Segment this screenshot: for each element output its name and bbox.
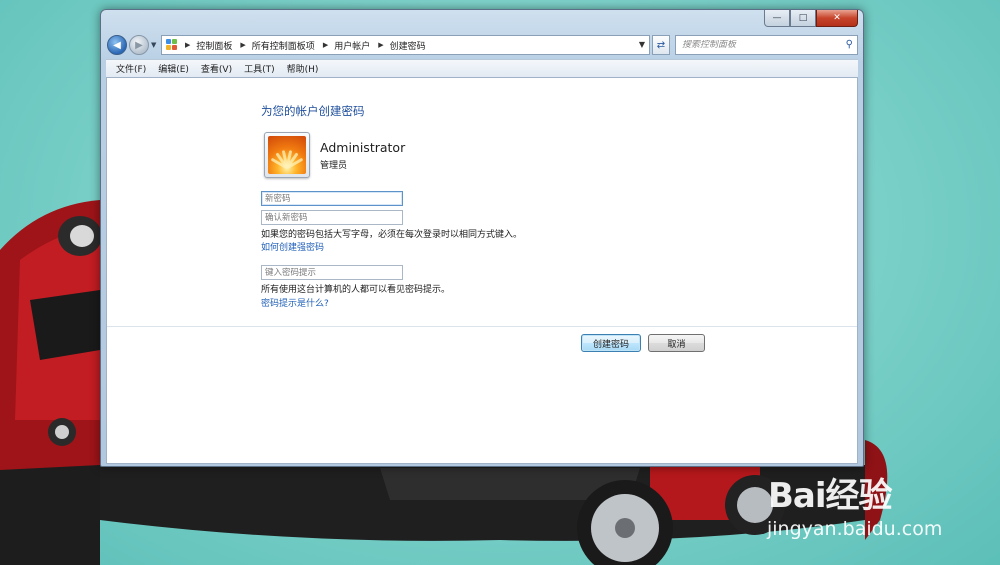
close-button[interactable]: ✕ bbox=[816, 10, 858, 27]
menu-edit[interactable]: 编辑(E) bbox=[152, 60, 195, 77]
user-name: Administrator bbox=[320, 140, 406, 155]
menu-help[interactable]: 帮助(H) bbox=[281, 60, 325, 77]
menu-view[interactable]: 查看(V) bbox=[195, 60, 238, 77]
watermark-url: jingyan.baidu.com bbox=[767, 518, 943, 540]
refresh-button[interactable]: ⇄ bbox=[652, 35, 670, 55]
breadcrumb-item[interactable]: 用户帐户 bbox=[334, 39, 370, 52]
menu-file[interactable]: 文件(F) bbox=[110, 60, 152, 77]
refresh-icon: ⇄ bbox=[656, 39, 666, 51]
breadcrumb-item[interactable]: 控制面板 bbox=[196, 39, 232, 52]
watermark-logo: Bai经验 bbox=[768, 476, 893, 516]
arrow-right-icon: ▶ bbox=[135, 39, 143, 51]
breadcrumb-separator-icon[interactable]: ▶ bbox=[378, 41, 383, 49]
maximize-button[interactable]: □ bbox=[790, 10, 816, 27]
breadcrumb: ▶ 控制面板 ▶ 所有控制面板项 ▶ 用户帐户 ▶ 创建密码 bbox=[183, 39, 426, 52]
avatar bbox=[264, 132, 310, 178]
search-icon[interactable]: ⚲ bbox=[846, 39, 853, 50]
confirm-password-field[interactable] bbox=[261, 210, 403, 225]
breadcrumb-separator-icon[interactable]: ▶ bbox=[185, 41, 190, 49]
page-title: 为您的帐户创建密码 bbox=[261, 104, 365, 118]
control-panel-icon bbox=[166, 39, 178, 51]
caps-note: 如果您的密码包括大写字母，必须在每次登录时以相同方式键入。 bbox=[261, 230, 523, 240]
new-password-field[interactable] bbox=[261, 191, 403, 206]
password-hint-field[interactable] bbox=[261, 265, 403, 280]
flower-icon bbox=[268, 136, 306, 174]
search-input[interactable] bbox=[682, 40, 837, 50]
recent-pages-dropdown[interactable]: ▼ bbox=[151, 41, 156, 49]
search-box: ⚲ bbox=[675, 35, 858, 55]
user-role: 管理员 bbox=[320, 161, 348, 171]
breadcrumb-separator-icon[interactable]: ▶ bbox=[240, 41, 245, 49]
caption-buttons: — □ ✕ bbox=[764, 10, 858, 27]
breadcrumb-item[interactable]: 所有控制面板项 bbox=[252, 39, 315, 52]
breadcrumb-separator-icon[interactable]: ▶ bbox=[323, 41, 328, 49]
menu-tools[interactable]: 工具(T) bbox=[238, 60, 281, 77]
minimize-button[interactable]: — bbox=[764, 10, 790, 27]
menu-bar: 文件(F) 编辑(E) 查看(V) 工具(T) 帮助(H) bbox=[106, 59, 858, 77]
forward-button[interactable]: ▶ bbox=[129, 35, 149, 55]
back-button[interactable]: ◀ bbox=[107, 35, 127, 55]
cancel-button[interactable]: 取消 bbox=[648, 334, 705, 352]
address-toolbar: ◀ ▶ ▼ ▶ 控制面板 ▶ 所有控制面板项 ▶ 用户帐户 ▶ 创建密码 ▼ ⇄ bbox=[106, 34, 858, 56]
strong-password-link[interactable]: 如何创建强密码 bbox=[261, 240, 324, 253]
control-panel-window: — □ ✕ ◀ ▶ ▼ ▶ 控制面板 ▶ 所有控制面板项 ▶ 用户帐户 ▶ 创建… bbox=[100, 9, 864, 467]
hint-note: 所有使用这台计算机的人都可以看见密码提示。 bbox=[261, 285, 451, 295]
address-dropdown-icon[interactable]: ▼ bbox=[639, 40, 645, 49]
password-hint-link[interactable]: 密码提示是什么? bbox=[261, 296, 329, 309]
arrow-left-icon: ◀ bbox=[113, 39, 121, 51]
content-pane: 为您的帐户创建密码 Administrator 管理员 如果您的密码包括大写字母… bbox=[106, 77, 858, 464]
address-bar[interactable]: ▶ 控制面板 ▶ 所有控制面板项 ▶ 用户帐户 ▶ 创建密码 ▼ bbox=[161, 35, 650, 55]
create-password-button[interactable]: 创建密码 bbox=[581, 334, 641, 352]
breadcrumb-item[interactable]: 创建密码 bbox=[390, 39, 426, 52]
divider bbox=[107, 326, 857, 327]
